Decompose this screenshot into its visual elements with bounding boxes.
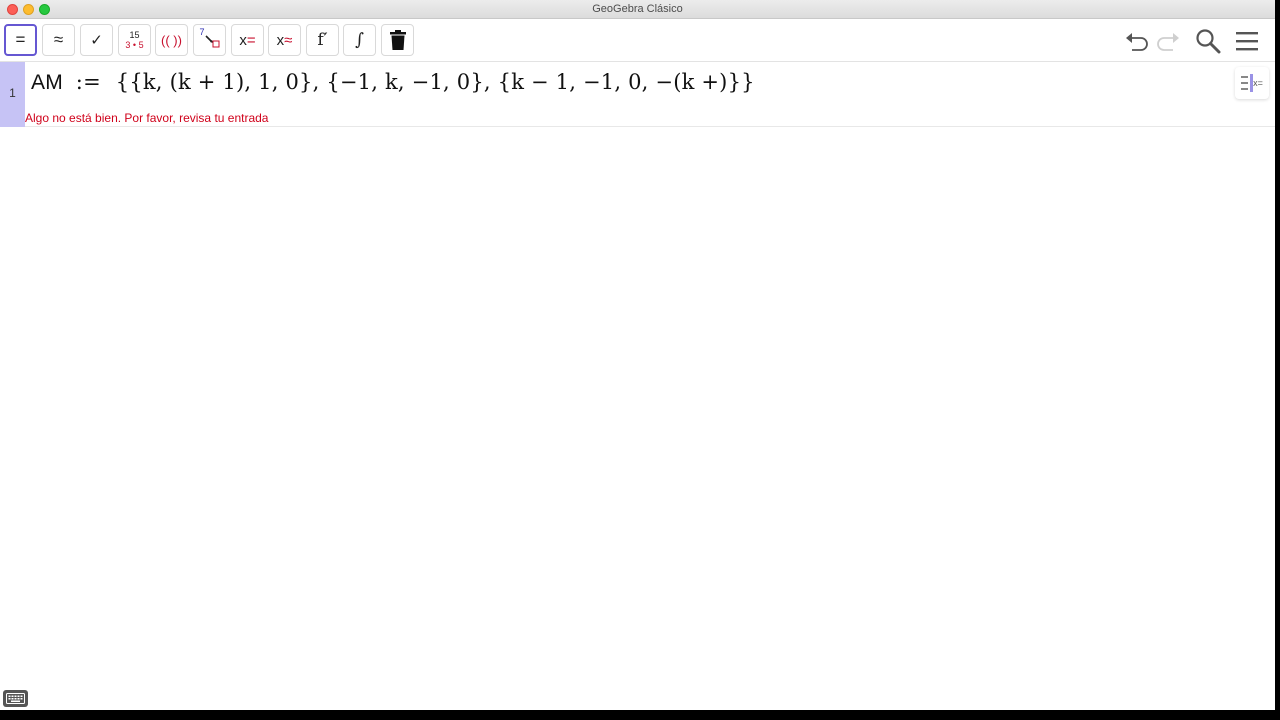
approx-icon: ≈ xyxy=(53,30,64,49)
delete-button[interactable] xyxy=(381,24,414,56)
cas-toolbar: = ≈ ✓ 15 3 • 5 (( )) 7 x= x≈ f′ ∫ xyxy=(0,19,1275,62)
cas-input[interactable]: AM := {{k, (k + 1), 1, 0}, {−1, k, −1, 0… xyxy=(31,70,755,95)
expression-text: {{k, (k + 1), 1, 0}, {−1, k, −1, 0}, {k … xyxy=(115,70,755,94)
keyboard-button[interactable] xyxy=(3,690,28,707)
solve-numerically-button[interactable]: x≈ xyxy=(268,24,301,56)
redo-icon xyxy=(1157,33,1179,51)
undo-icon xyxy=(1126,33,1148,51)
solve-button[interactable]: x= xyxy=(231,24,264,56)
window-title: GeoGebra Clásico xyxy=(592,3,683,15)
derivative-button[interactable]: f′ xyxy=(306,24,339,56)
row-number: 1 xyxy=(9,86,16,100)
numeric-button[interactable]: ≈ xyxy=(42,24,75,56)
object-label: AM xyxy=(31,71,63,94)
output-toggle-button[interactable]: x= xyxy=(1235,67,1269,99)
redo-button[interactable] xyxy=(1155,28,1181,54)
nsolve-var: x xyxy=(276,31,285,49)
title-bar: GeoGebra Clásico xyxy=(0,0,1275,19)
derivative-icon: f′ xyxy=(317,30,328,50)
solve-op: = xyxy=(246,31,256,49)
nsolve-op: ≈ xyxy=(284,31,293,49)
solve-var: x xyxy=(239,31,247,49)
integral-icon: ∫ xyxy=(355,30,364,50)
hamburger-menu-icon xyxy=(1236,32,1258,51)
factor-button[interactable]: 15 3 • 5 xyxy=(118,24,151,56)
integral-button[interactable]: ∫ xyxy=(343,24,376,56)
output-toggle-icon xyxy=(1241,74,1254,92)
nsolve-icon: x≈ xyxy=(277,32,293,49)
definition-operator: := xyxy=(75,70,101,94)
factor-top: 15 xyxy=(129,30,140,40)
checkmark-icon: ✓ xyxy=(90,32,103,49)
expand-button[interactable]: (( )) xyxy=(155,24,188,56)
factor-bottom: 3 • 5 xyxy=(125,40,144,50)
trash-icon xyxy=(389,30,406,50)
search-icon xyxy=(1196,29,1221,54)
search-button[interactable] xyxy=(1195,28,1221,54)
output-toggle-label: x= xyxy=(1253,78,1263,88)
substitute-button[interactable]: 7 xyxy=(193,24,226,56)
cas-row[interactable]: 1 AM := {{k, (k + 1), 1, 0}, {−1, k, −1,… xyxy=(0,62,1275,127)
geogebra-window: GeoGebra Clásico = ≈ ✓ 15 3 • 5 (( )) 7 xyxy=(0,0,1275,710)
equals-icon: = xyxy=(15,30,26,49)
undo-button[interactable] xyxy=(1124,28,1150,54)
keyboard-icon xyxy=(6,693,25,704)
expand-icon: (( )) xyxy=(161,32,182,48)
solve-icon: x= xyxy=(239,32,255,49)
menu-button[interactable] xyxy=(1234,28,1260,54)
error-message: Algo no está bien. Por favor, revisa tu … xyxy=(25,111,269,125)
evaluate-button[interactable]: = xyxy=(4,24,37,56)
substitute-icon: 7 xyxy=(199,27,221,50)
keep-input-button[interactable]: ✓ xyxy=(80,24,113,56)
